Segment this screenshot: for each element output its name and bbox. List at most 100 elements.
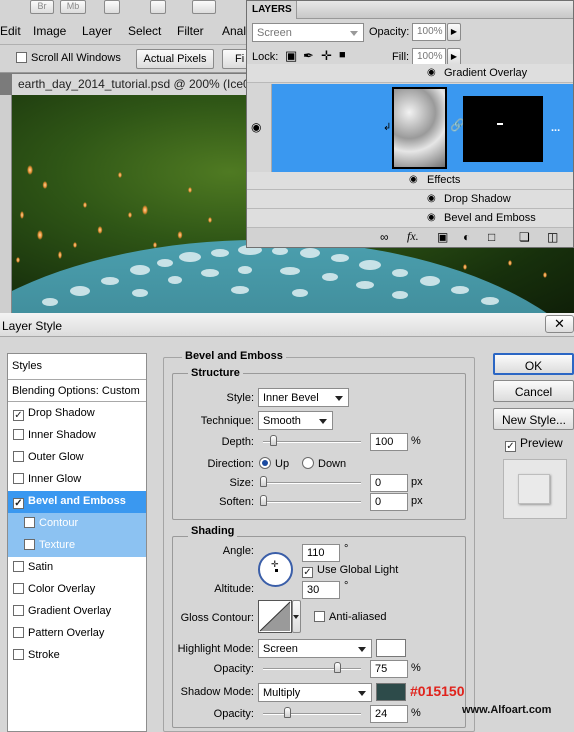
checkbox[interactable] [13,451,24,462]
style-satin[interactable]: Satin [8,557,146,579]
style-color-overlay[interactable]: Color Overlay [8,579,146,601]
shadow-opacity-slider[interactable] [263,713,361,715]
tools-strip[interactable] [0,95,12,315]
style-bevel-emboss[interactable]: ✓ Bevel and Emboss [8,491,146,513]
checkbox[interactable] [13,429,24,440]
layer-effect-bevel-emboss[interactable]: ◉ Bevel and Emboss [247,209,573,228]
styles-header[interactable]: Styles [8,354,146,380]
menu-filter[interactable]: Filter [177,24,204,38]
lock-position-icon[interactable]: ✛ [321,48,332,64]
size-slider[interactable] [263,482,361,484]
style-inner-glow[interactable]: Inner Glow [8,469,146,491]
menu-analysis[interactable]: Anal [222,24,246,38]
radio[interactable] [302,457,314,469]
lock-pixels-icon[interactable]: ✒ [303,48,314,64]
highlight-color-swatch[interactable] [376,639,406,657]
size-slider-thumb[interactable] [260,476,267,487]
menu-edit[interactable]: Edit [0,24,21,38]
checkbox[interactable] [314,611,325,622]
checkbox[interactable]: ✓ [302,567,313,578]
direction-down-radio[interactable]: Down [302,457,346,470]
depth-field[interactable]: 100 [370,433,408,451]
layers-tab[interactable]: LAYERS [247,1,297,19]
shadow-mode-dropdown[interactable]: Multiply [258,683,372,702]
style-texture[interactable]: Texture [8,535,146,557]
menu-select[interactable]: Select [128,24,161,38]
style-outer-glow[interactable]: Outer Glow [8,447,146,469]
checkbox[interactable] [13,583,24,594]
use-global-light[interactable]: ✓ Use Global Light [302,564,398,578]
checkbox[interactable] [13,605,24,616]
highlight-opacity-field[interactable]: 75 [370,660,408,678]
style-stroke[interactable]: Stroke [8,645,146,667]
opacity-arrow-icon[interactable]: ▶ [447,23,461,41]
angle-dial[interactable]: ✛ [258,552,293,587]
lock-all-icon[interactable]: ■ [339,49,346,61]
blend-mode-dropdown[interactable]: Screen [252,23,364,42]
gloss-contour-preview[interactable] [258,600,292,633]
soften-slider[interactable] [263,501,361,503]
menu-layer[interactable]: Layer [82,24,112,38]
checkbox[interactable] [24,517,35,528]
style-pattern-overlay[interactable]: Pattern Overlay [8,623,146,645]
depth-slider-thumb[interactable] [269,435,277,446]
eye-icon[interactable]: ◉ [427,212,436,223]
zoom-level-button[interactable] [150,0,166,14]
eye-icon[interactable]: ◉ [427,67,436,78]
layer-thumbnail[interactable] [392,87,447,169]
checkbox[interactable] [13,627,24,638]
style-inner-shadow[interactable]: Inner Shadow [8,425,146,447]
soften-slider-thumb[interactable] [260,495,267,506]
depth-slider[interactable] [263,441,361,443]
bevel-style-dropdown[interactable]: Inner Bevel [258,388,349,407]
checkbox[interactable] [24,539,35,550]
view-extras-button[interactable] [104,0,120,14]
link-layers-icon[interactable]: ∞ [380,230,389,244]
scroll-all-windows[interactable]: Scroll All Windows [16,52,121,64]
checkbox[interactable]: ✓ [13,498,24,509]
folder-icon[interactable]: □ [488,230,495,244]
soften-field[interactable]: 0 [370,493,408,511]
effects-row[interactable]: ◉ Effects [247,172,573,190]
style-contour[interactable]: Contour [8,513,146,535]
size-field[interactable]: 0 [370,474,408,492]
layer-mask-thumbnail[interactable] [463,96,543,162]
eye-icon[interactable]: ◉ [409,174,418,185]
layer-effect-drop-shadow[interactable]: ◉ Drop Shadow [247,190,573,209]
selected-layer-row[interactable]: ◉ ↲ 🔗 ... [247,84,573,172]
anti-aliased-option[interactable]: Anti-aliased [314,611,386,623]
style-gradient-overlay[interactable]: Gradient Overlay [8,601,146,623]
highlight-mode-dropdown[interactable]: Screen [258,639,372,658]
gloss-contour-dropdown[interactable] [292,600,301,633]
blending-options[interactable]: Blending Options: Custom [8,380,146,402]
checkbox[interactable]: ✓ [505,441,516,452]
checkbox[interactable]: ✓ [13,410,24,421]
actual-pixels-button[interactable]: Actual Pixels [136,49,214,69]
eye-icon[interactable]: ◉ [251,120,261,134]
ok-button[interactable]: OK [493,353,574,375]
menu-image[interactable]: Image [33,24,66,38]
shadow-opacity-field[interactable]: 24 [370,705,408,723]
fx-icon[interactable]: fx. [407,229,419,244]
direction-up-radio[interactable]: Up [259,457,289,470]
bridge-button[interactable]: Br [30,0,54,14]
checkbox[interactable] [13,473,24,484]
shadow-opacity-thumb[interactable] [283,707,291,718]
adjustment-layer-icon[interactable]: ◐ [463,230,470,244]
scroll-all-checkbox[interactable] [16,52,27,63]
altitude-field[interactable]: 30 [302,581,340,599]
layer-effect-gradient-overlay[interactable]: ◉ Gradient Overlay [247,64,573,83]
eye-icon[interactable]: ◉ [427,193,436,204]
checkbox[interactable] [13,649,24,660]
checkbox[interactable] [13,561,24,572]
preview-option[interactable]: ✓ Preview [505,436,563,452]
new-style-button[interactable]: New Style... [493,408,574,430]
trash-icon[interactable]: ◫ [547,230,558,244]
minibridge-button[interactable]: Mb [60,0,86,14]
cancel-button[interactable]: Cancel [493,380,574,402]
technique-dropdown[interactable]: Smooth [258,411,333,430]
arrange-documents-button[interactable] [192,0,216,14]
highlight-opacity-slider[interactable] [263,668,361,670]
new-layer-icon[interactable]: ❏ [519,230,530,244]
add-mask-icon[interactable]: ▣ [437,230,448,244]
